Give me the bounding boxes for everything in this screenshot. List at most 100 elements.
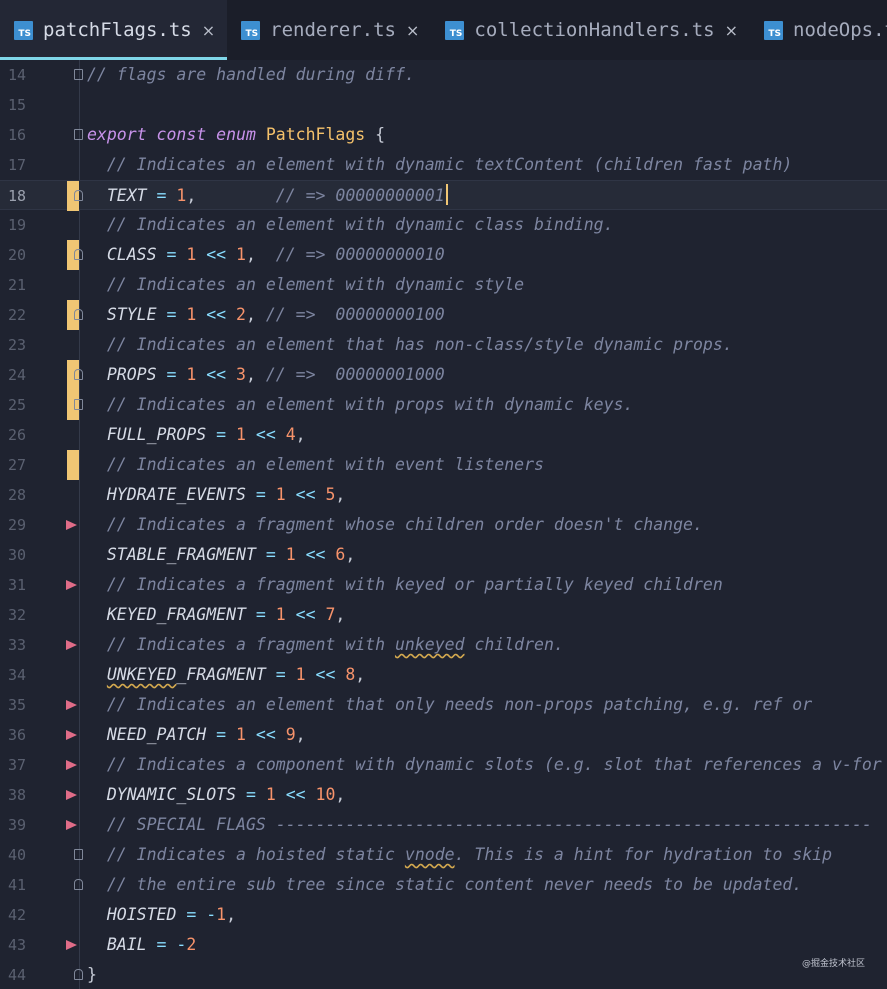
close-icon[interactable]: ×	[406, 21, 419, 40]
line-number: 44	[8, 966, 27, 984]
fold-icon[interactable]	[74, 369, 83, 380]
code-line[interactable]: 31 // Indicates a fragment with keyed or…	[0, 570, 887, 600]
fold-icon[interactable]	[74, 249, 83, 260]
deleted-line-marker[interactable]	[66, 520, 77, 530]
code-editor[interactable]: 14// flags are handled during diff. 15 16 e…	[0, 60, 887, 989]
code-token: 2	[186, 935, 197, 954]
code-text: // the entire sub tree since static cont…	[87, 873, 802, 897]
fold-icon[interactable]	[74, 399, 83, 410]
code-line[interactable]: 20 CLASS = 1 << 1, // => 00000000010	[0, 240, 887, 270]
code-line[interactable]: 22 STYLE = 1 << 2, // => 00000000100	[0, 300, 887, 330]
code-token: PatchFlags	[265, 125, 366, 144]
code-line[interactable]: 37 // Indicates a component with dynamic…	[0, 750, 887, 780]
line-number: 37	[8, 756, 27, 774]
code-token: // Indicates a component with dynamic sl…	[106, 755, 882, 774]
code-token: 1	[216, 905, 227, 924]
ts-file-icon: TS	[764, 20, 783, 40]
code-line[interactable]: 18 TEXT = 1, // => 00000000001	[0, 180, 887, 211]
deleted-line-marker[interactable]	[66, 700, 77, 710]
code-line[interactable]: 19 // Indicates an element with dynamic …	[0, 210, 887, 240]
code-line[interactable]: 17 // Indicates an element with dynamic …	[0, 150, 887, 180]
code-line[interactable]: 42 HOISTED = -1,	[0, 900, 887, 930]
code-token: CLASS	[87, 245, 167, 264]
code-token: STABLE_FRAGMENT	[87, 545, 266, 564]
code-line[interactable]: 38 DYNAMIC_SLOTS = 1 << 10,	[0, 780, 887, 810]
tab-collectionhandlers-ts[interactable]: TS collectionHandlers.ts ×	[431, 0, 750, 60]
close-icon[interactable]: ×	[202, 21, 215, 40]
code-line[interactable]: 41 // the entire sub tree since static c…	[0, 870, 887, 900]
code-line[interactable]: 35 // Indicates an element that only nee…	[0, 690, 887, 720]
deleted-line-marker[interactable]	[66, 640, 77, 650]
code-text: // Indicates a hoisted static vnode. Thi…	[87, 843, 832, 867]
code-text: export const enum PatchFlags {	[87, 123, 385, 147]
line-number: 16	[8, 126, 27, 144]
code-line[interactable]: 24 PROPS = 1 << 3, // => 00000001000	[0, 360, 887, 390]
code-token: // Indicates an element with dynamic cla…	[106, 215, 614, 234]
code-token: children.	[464, 635, 564, 654]
code-token: // Indicates an element with props with …	[106, 395, 634, 414]
tab-nodeops-ts[interactable]: TSnodeOps.ts×	[750, 0, 887, 60]
fold-icon[interactable]	[74, 69, 83, 80]
code-token: 10	[315, 785, 336, 804]
code-token: enum	[216, 125, 256, 144]
code-token: -	[176, 935, 187, 954]
deleted-line-marker[interactable]	[66, 940, 77, 950]
code-token: KEYED_FRAGMENT	[87, 605, 256, 624]
modified-line-marker[interactable]	[67, 450, 79, 480]
code-token: ,	[335, 605, 346, 624]
code-line[interactable]: 21 // Indicates an element with dynamic …	[0, 270, 887, 300]
code-line[interactable]: 30 STABLE_FRAGMENT = 1 << 6,	[0, 540, 887, 570]
code-line[interactable]: 36 NEED_PATCH = 1 << 9,	[0, 720, 887, 750]
code-line[interactable]: 29 // Indicates a fragment whose childre…	[0, 510, 887, 540]
code-line[interactable]: 23 // Indicates an element that has non-…	[0, 330, 887, 360]
code-line[interactable]: 39 // SPECIAL FLAGS --------------------…	[0, 810, 887, 840]
deleted-line-marker[interactable]	[66, 730, 77, 740]
code-line[interactable]: 34 UNKEYED_FRAGMENT = 1 << 8,	[0, 660, 887, 690]
tab-patchflags-ts[interactable]: TS patchFlags.ts ×	[0, 0, 228, 60]
fold-icon[interactable]	[74, 969, 83, 980]
code-text: PROPS = 1 << 3, // => 00000001000	[87, 363, 445, 387]
deleted-line-marker[interactable]	[66, 760, 77, 770]
code-token: _FRAGMENT	[176, 665, 276, 684]
fold-icon[interactable]	[74, 129, 83, 140]
deleted-line-marker[interactable]	[66, 790, 77, 800]
deleted-line-marker[interactable]	[66, 580, 77, 590]
code-line[interactable]: 16 export const enum PatchFlags {	[0, 120, 887, 150]
code-token: DYNAMIC_SLOTS	[87, 785, 246, 804]
code-line[interactable]: 25 // Indicates an element with props wi…	[0, 390, 887, 420]
fold-icon[interactable]	[74, 309, 83, 320]
code-line[interactable]: 43 BAIL = -2	[0, 930, 887, 960]
code-token: <<	[206, 365, 227, 384]
code-line[interactable]: 15	[0, 90, 887, 120]
fold-icon[interactable]	[74, 879, 83, 890]
fold-icon[interactable]	[74, 849, 83, 860]
code-line[interactable]: 28 HYDRATE_EVENTS = 1 << 5,	[0, 480, 887, 510]
code-text: // Indicates an element with props with …	[87, 393, 634, 417]
code-token: =	[166, 305, 177, 324]
code-line[interactable]: 27 // Indicates an element with event li…	[0, 450, 887, 480]
code-token: <<	[315, 665, 336, 684]
deleted-line-marker[interactable]	[66, 820, 77, 830]
close-icon[interactable]: ×	[725, 21, 738, 40]
code-token: // Indicates an element that only needs …	[106, 695, 813, 714]
code-line[interactable]: 44}	[0, 960, 887, 989]
code-line[interactable]: 32 KEYED_FRAGMENT = 1 << 7,	[0, 600, 887, 630]
line-number: 20	[8, 246, 27, 264]
code-line[interactable]: 14 // flags are handled during diff.	[0, 60, 887, 90]
code-token: 6	[335, 545, 346, 564]
tab-renderer-ts[interactable]: TS renderer.ts ×	[227, 0, 431, 60]
code-line[interactable]: 40 // Indicates a hoisted static vnode. …	[0, 840, 887, 870]
fold-icon[interactable]	[74, 190, 83, 201]
code-line[interactable]: 33 // Indicates a fragment with unkeyed …	[0, 630, 887, 660]
code-line[interactable]: 26 FULL_PROPS = 1 << 4,	[0, 420, 887, 450]
